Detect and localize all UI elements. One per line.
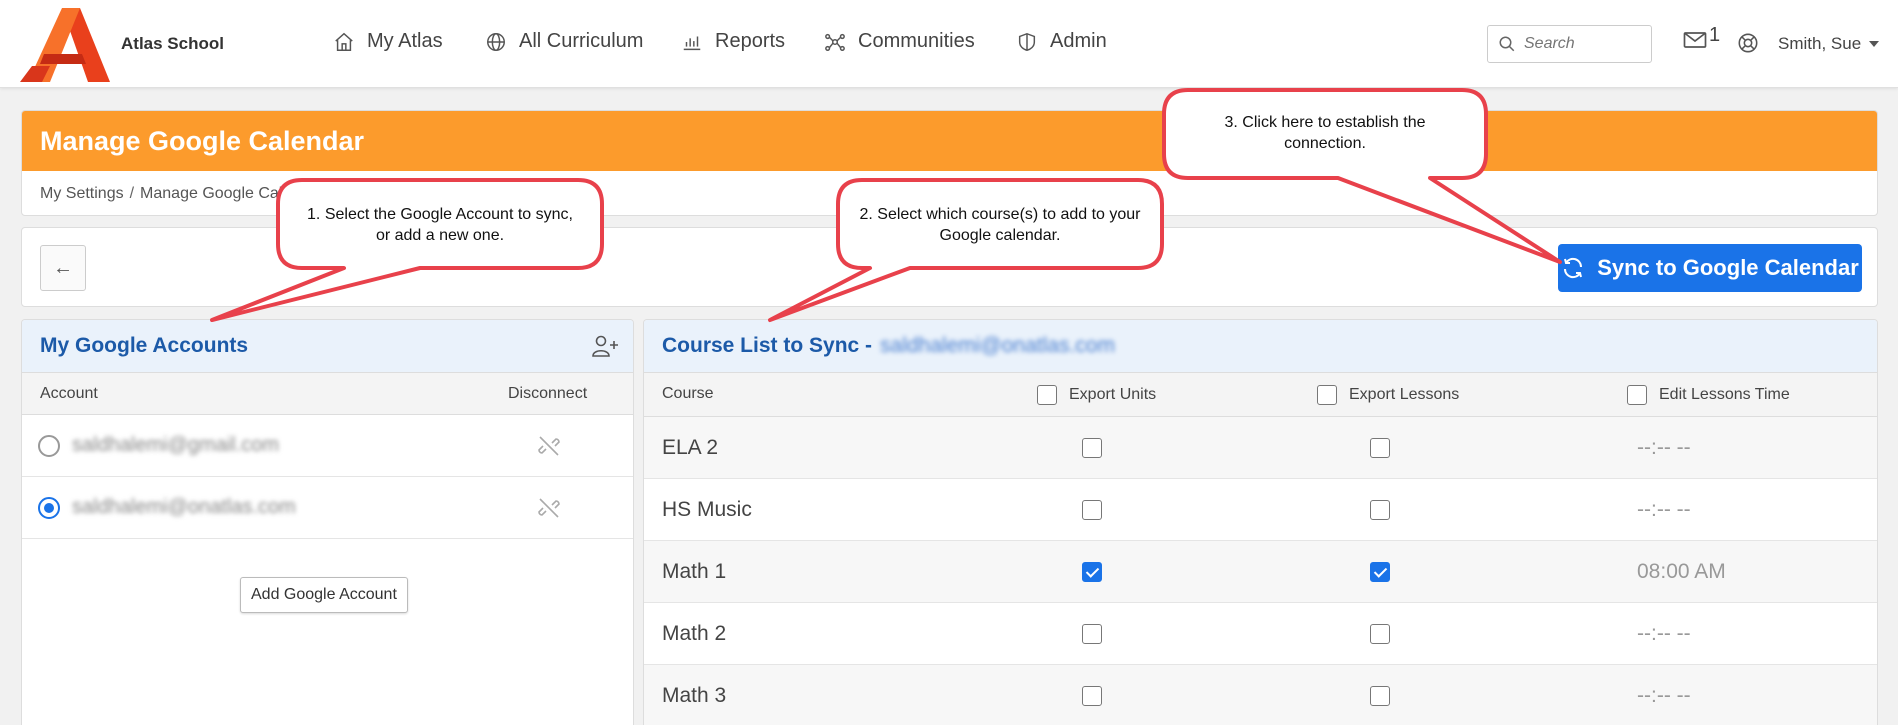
breadcrumb-my-settings[interactable]: My Settings: [40, 185, 124, 203]
page-title: Manage Google Calendar: [40, 125, 365, 156]
search-input[interactable]: [1524, 35, 1634, 53]
arrow-left-icon: ←: [53, 256, 73, 279]
col-disconnect: Disconnect: [508, 384, 588, 402]
page-header-bar: Manage Google Calendar: [22, 111, 1877, 171]
bar-chart-icon: [683, 36, 701, 50]
user-menu[interactable]: Smith, Sue: [1778, 34, 1880, 54]
add-google-account-button[interactable]: Add Google Account: [240, 577, 408, 613]
nav-communities[interactable]: Communities: [824, 30, 975, 53]
course-row: Math 2 --:-- --: [644, 603, 1877, 665]
col-edit-lessons-time-label: Edit Lessons Time: [1659, 386, 1790, 403]
course-row: Math 3 --:-- --: [644, 665, 1877, 725]
col-edit-lessons-time: Edit Lessons Time: [1627, 385, 1790, 405]
network-icon: [825, 33, 845, 51]
export-units-checkbox-checked[interactable]: [1082, 562, 1102, 582]
breadcrumb-separator: /: [129, 185, 135, 202]
account-row: saldhalemi@gmail.com: [22, 415, 633, 477]
course-name: Math 2: [662, 622, 727, 645]
course-name: Math 1: [662, 560, 727, 583]
col-export-lessons: Export Lessons: [1317, 385, 1459, 405]
export-units-checkbox[interactable]: [1082, 624, 1102, 644]
search-box[interactable]: [1487, 25, 1652, 63]
page-header-card: Manage Google Calendar My Settings / Man…: [21, 110, 1878, 216]
lesson-time-field[interactable]: --:-- --: [1637, 684, 1691, 708]
nav-label: Communities: [858, 30, 975, 52]
lesson-time-field[interactable]: 08:00 AM: [1637, 560, 1726, 584]
course-list-panel: Course List to Sync - saldhalemi@onatlas…: [643, 319, 1878, 725]
course-table-header: Course Export Units Export Lessons Edit …: [644, 373, 1877, 417]
nav-label: Reports: [715, 30, 786, 52]
unlink-icon[interactable]: [537, 496, 561, 520]
accounts-panel-title: My Google Accounts: [40, 334, 249, 357]
nav-label: My Atlas: [367, 30, 443, 52]
nav-all-curriculum[interactable]: All Curriculum: [485, 30, 643, 53]
course-name: ELA 2: [662, 436, 719, 459]
globe-icon: [487, 32, 505, 51]
top-navigation: Atlas School My Atlas All Curriculum Rep…: [0, 0, 1898, 88]
shield-icon: [1018, 32, 1036, 51]
breadcrumb-current: Manage Google Cal: [140, 185, 283, 202]
export-lessons-checkbox[interactable]: [1370, 438, 1390, 458]
home-icon: [335, 32, 353, 51]
edit-lessons-time-checkbox[interactable]: [1627, 385, 1647, 405]
back-button[interactable]: ←: [40, 245, 86, 291]
course-name: Math 3: [662, 684, 727, 707]
nav-admin[interactable]: Admin: [1016, 30, 1107, 53]
lesson-time-field[interactable]: --:-- --: [1637, 622, 1691, 646]
export-units-checkbox[interactable]: [1082, 438, 1102, 458]
accounts-panel-header: My Google Accounts: [22, 320, 633, 373]
account-radio[interactable]: [38, 434, 60, 457]
export-units-checkbox[interactable]: [1082, 500, 1102, 520]
export-lessons-checkbox-checked[interactable]: [1370, 562, 1390, 582]
select-all-units-checkbox[interactable]: [1037, 385, 1057, 405]
account-email: saldhalemi@onatlas.com: [72, 496, 296, 518]
nav-reports[interactable]: Reports: [681, 30, 785, 53]
accounts-table-header: Account Disconnect: [22, 373, 633, 415]
nav-my-atlas[interactable]: My Atlas: [333, 30, 443, 53]
help-lifebuoy-icon[interactable]: [1737, 32, 1759, 54]
course-name: HS Music: [662, 498, 752, 521]
lesson-time-field[interactable]: --:-- --: [1637, 436, 1691, 460]
col-account: Account: [40, 384, 98, 402]
messages-button[interactable]: 1: [1683, 24, 1720, 50]
user-name: Smith, Sue: [1778, 34, 1862, 53]
course-panel-header: Course List to Sync - saldhalemi@onatlas…: [644, 320, 1877, 373]
sync-button-label: Sync to Google Calendar: [1597, 255, 1859, 280]
callout-text-1: 1. Select the Google Account to sync, or…: [307, 206, 573, 244]
chevron-down-icon: [1869, 41, 1880, 47]
unlink-icon[interactable]: [537, 434, 561, 458]
export-lessons-checkbox[interactable]: [1370, 500, 1390, 520]
atlas-logo[interactable]: [20, 8, 110, 82]
school-name: Atlas School: [121, 34, 224, 53]
account-row: saldhalemi@onatlas.com: [22, 477, 633, 539]
export-units-checkbox[interactable]: [1082, 686, 1102, 706]
account-radio-selected[interactable]: [38, 496, 60, 519]
envelope-icon: [1683, 32, 1707, 48]
col-export-lessons-label: Export Lessons: [1349, 386, 1460, 403]
lesson-time-field[interactable]: --:-- --: [1637, 498, 1691, 522]
callout-text-2: 2. Select which course(s) to add to your…: [859, 206, 1141, 244]
add-user-icon[interactable]: [591, 334, 619, 358]
nav-label: All Curriculum: [519, 30, 644, 52]
account-email: saldhalemi@gmail.com: [72, 434, 280, 456]
sync-to-google-calendar-button[interactable]: Sync to Google Calendar: [1558, 244, 1862, 292]
select-all-lessons-checkbox[interactable]: [1317, 385, 1337, 405]
export-lessons-checkbox[interactable]: [1370, 624, 1390, 644]
nav-label: Admin: [1050, 30, 1107, 52]
course-row: ELA 2 --:-- --: [644, 417, 1877, 479]
refresh-icon: [1564, 257, 1583, 279]
col-export-units: Export Units: [1037, 385, 1156, 405]
search-icon: [1499, 36, 1515, 52]
synced-account-email: saldhalemi@onatlas.com: [880, 334, 1115, 357]
callout-text-3: 3. Click here to establish the connectio…: [1224, 114, 1426, 152]
google-accounts-panel: My Google Accounts Account Disconnect sa…: [21, 319, 634, 725]
course-panel-title: Course List to Sync -: [662, 334, 873, 357]
col-export-units-label: Export Units: [1069, 386, 1157, 403]
col-course: Course: [662, 385, 714, 402]
course-row: Math 1 08:00 AM: [644, 541, 1877, 603]
course-row: HS Music --:-- --: [644, 479, 1877, 541]
export-lessons-checkbox[interactable]: [1370, 686, 1390, 706]
message-count: 1: [1709, 24, 1721, 46]
